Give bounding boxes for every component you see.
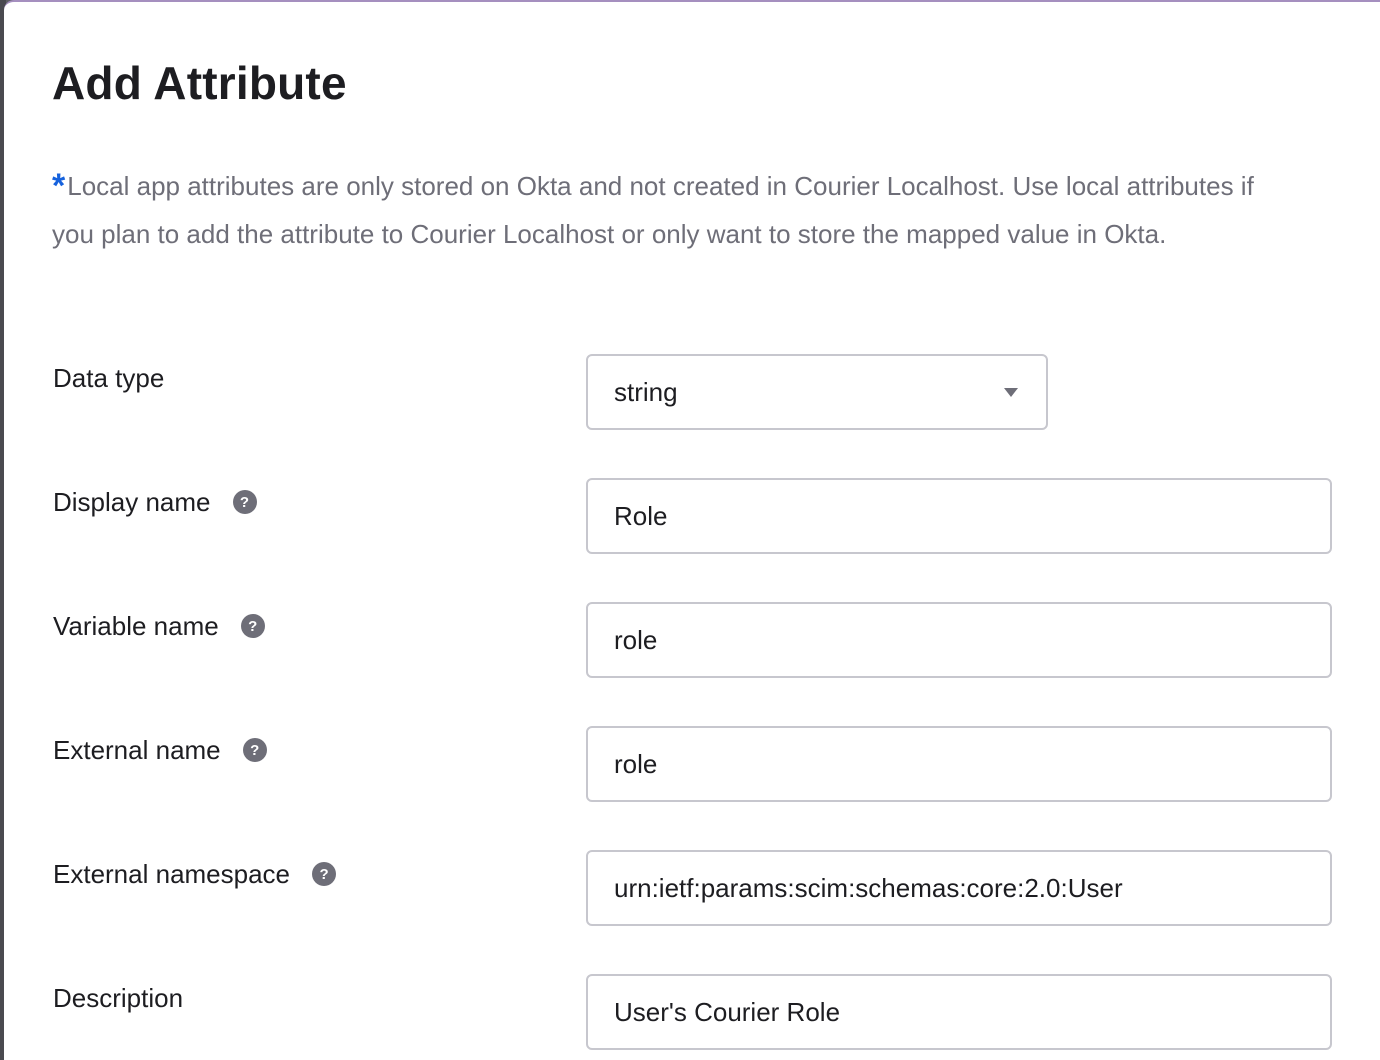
external-namespace-value: urn:ietf:params:scim:schemas:core:2.0:Us… [614, 872, 1123, 903]
external-name-value: role [614, 748, 658, 779]
display-name-input[interactable]: Role [586, 478, 1332, 554]
local-attributes-note: *Local app attributes are only stored on… [52, 162, 1292, 258]
external-namespace-label: External namespace ? [53, 854, 337, 894]
description-input[interactable]: User's Courier Role [586, 974, 1332, 1050]
variable-name-label: Variable name ? [53, 606, 265, 646]
help-icon[interactable]: ? [232, 490, 257, 514]
variable-name-value: role [614, 624, 658, 655]
variable-name-label-text: Variable name [53, 610, 219, 641]
data-type-label-text: Data type [53, 362, 165, 393]
display-name-label-text: Display name [53, 486, 211, 517]
dialog-title: Add Attribute [52, 57, 347, 109]
chevron-down-icon [1004, 387, 1018, 397]
variable-name-input[interactable]: role [586, 602, 1332, 678]
external-namespace-input[interactable]: urn:ietf:params:scim:schemas:core:2.0:Us… [586, 850, 1332, 926]
external-namespace-label-text: External namespace [53, 858, 291, 889]
required-asterisk-icon: * [52, 167, 66, 205]
data-type-value: string [614, 376, 678, 407]
data-type-label: Data type [53, 358, 164, 398]
external-name-label-text: External name [53, 734, 221, 765]
help-icon[interactable]: ? [242, 738, 267, 762]
display-name-label: Display name ? [53, 482, 257, 522]
external-name-label: External name ? [53, 730, 267, 770]
note-text: Local app attributes are only stored on … [52, 171, 1254, 249]
data-type-select[interactable]: string [586, 354, 1048, 430]
description-label: Description [53, 978, 183, 1018]
help-icon[interactable]: ? [240, 614, 265, 638]
description-value: User's Courier Role [614, 996, 841, 1027]
description-label-text: Description [53, 982, 184, 1013]
display-name-value: Role [614, 500, 668, 531]
external-name-input[interactable]: role [586, 726, 1332, 802]
help-icon[interactable]: ? [312, 862, 337, 886]
add-attribute-dialog: Add Attribute *Local app attributes are … [4, 0, 1380, 1060]
